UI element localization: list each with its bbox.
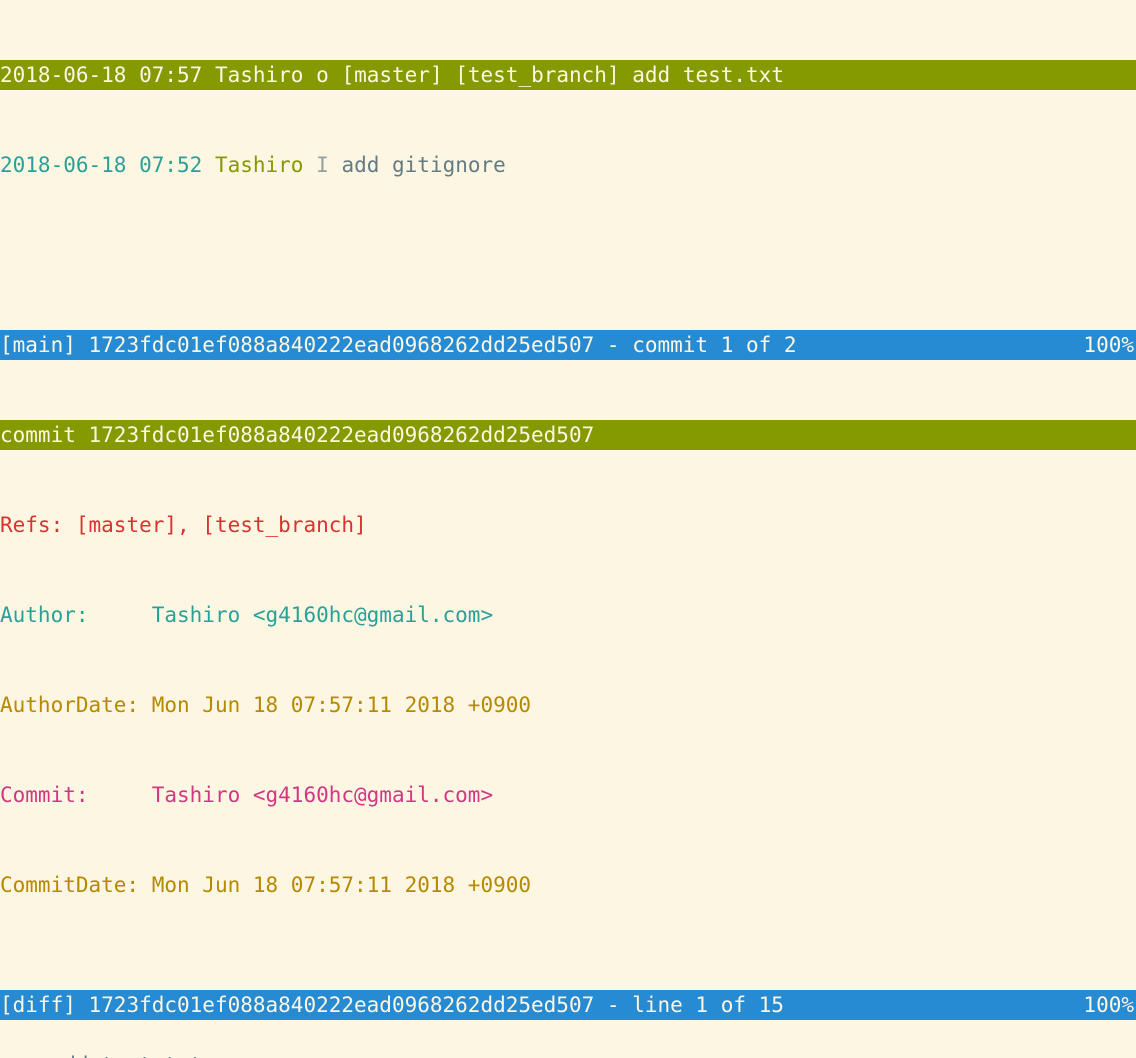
diff-status-bar: [diff] 1723fdc01ef088a840222ead0968262dd… [0, 990, 1136, 1020]
diff-refs-label: Refs: [0, 513, 63, 537]
commit-row[interactable]: 2018-06-18 07:52 Tashiro I add gitignore [0, 150, 1136, 180]
diff-author-value: Tashiro <g4160hc@gmail.com> [152, 603, 493, 627]
diff-refs-line: Refs: [master], [test_branch] [0, 510, 1136, 540]
status-position: - commit 1 of 2 [607, 333, 797, 357]
commit-date: 2018-06-18 07:57 [0, 63, 202, 87]
diff-author-label: Author: [0, 603, 139, 627]
diff-commit-sha: 1723fdc01ef088a840222ead0968262dd25ed507 [89, 423, 595, 447]
diff-commitdate-label: CommitDate: [0, 873, 139, 897]
main-status-bar: [main] 1723fdc01ef088a840222ead0968262dd… [0, 330, 1136, 360]
diff-authordate-value: Mon Jun 18 07:57:11 2018 +0900 [152, 693, 531, 717]
blank-line [0, 960, 1136, 990]
commit-author: Tashiro [215, 153, 304, 177]
diff-commitdate-value: Mon Jun 18 07:57:11 2018 +0900 [152, 873, 531, 897]
commit-row-selected[interactable]: 2018-06-18 07:57 Tashiro o [master] [tes… [0, 60, 1136, 90]
status-sha: 1723fdc01ef088a840222ead0968262dd25ed507 [89, 993, 595, 1017]
status-position: - line 1 of 15 [607, 993, 784, 1017]
status-sha: 1723fdc01ef088a840222ead0968262dd25ed507 [89, 333, 595, 357]
diff-authordate-label: AuthorDate: [0, 693, 139, 717]
diff-commitdate-line: CommitDate: Mon Jun 18 07:57:11 2018 +09… [0, 870, 1136, 900]
status-view-label: [diff] [0, 993, 76, 1017]
diff-commit-label: commit [0, 423, 76, 447]
commit-subject: add test.txt [632, 63, 784, 87]
diff-commit-meta-line: Commit: Tashiro <g4160hc@gmail.com> [0, 780, 1136, 810]
commit-refs: [master] [test_branch] [341, 63, 619, 87]
diff-pane[interactable]: commit 1723fdc01ef088a840222ead0968262dd… [0, 360, 1136, 990]
commit-author: Tashiro [215, 63, 304, 87]
diff-author-line: Author: Tashiro <g4160hc@gmail.com> [0, 600, 1136, 630]
diff-commit-line: commit 1723fdc01ef088a840222ead0968262dd… [0, 420, 1136, 450]
status-percent: 100% [1083, 990, 1136, 1020]
status-percent: 100% [1083, 330, 1136, 360]
status-view-label: [main] [0, 333, 76, 357]
main-log-pane[interactable]: 2018-06-18 07:57 Tashiro o [master] [tes… [0, 0, 1136, 330]
diff-refs-value: [master], [test_branch] [76, 513, 367, 537]
diff-commit-meta-value: Tashiro <g4160hc@gmail.com> [152, 783, 493, 807]
diff-message: add test.txt [0, 1050, 1136, 1058]
diff-authordate-line: AuthorDate: Mon Jun 18 07:57:11 2018 +09… [0, 690, 1136, 720]
commit-subject: add gitignore [341, 153, 505, 177]
commit-graph: o [316, 63, 329, 87]
commit-date: 2018-06-18 07:52 [0, 153, 202, 177]
diff-commit-meta-label: Commit: [0, 783, 139, 807]
commit-graph: I [316, 153, 329, 177]
